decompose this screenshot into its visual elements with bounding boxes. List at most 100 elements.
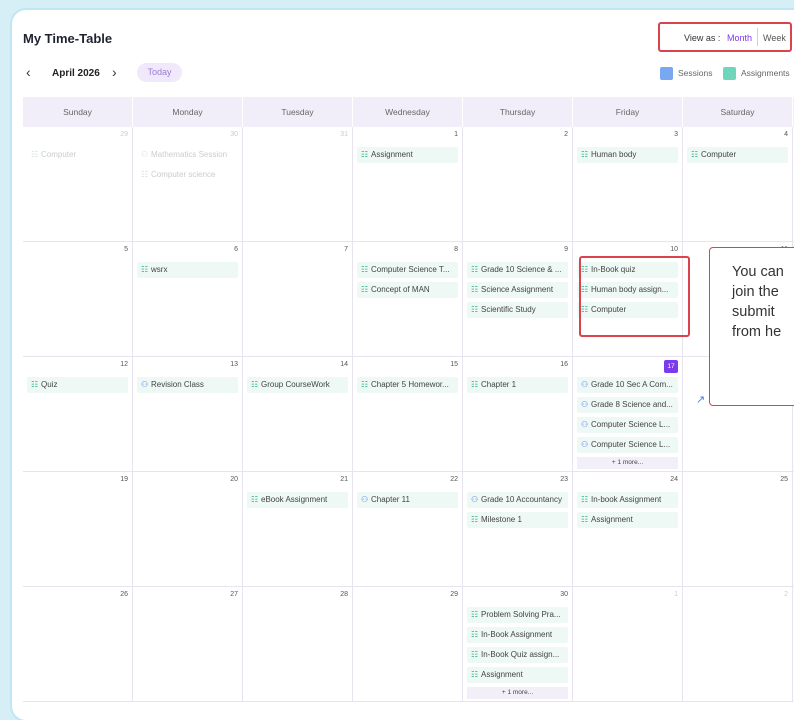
event-title: Grade 8 Science and... [591,400,673,409]
session-icon: ⚇ [581,440,589,449]
assignment-event[interactable]: ☷ Chapter 5 Homewor... [357,377,458,393]
session-event[interactable]: ⚇ Computer Science L... [577,437,678,453]
day-cell[interactable]: 8 ☷ Computer Science T... ☷ Concept of MAN [353,242,463,357]
assignment-event[interactable]: ☷ Assignment [467,667,568,683]
day-number: 22 [450,476,458,483]
session-event[interactable]: ⚇ Chapter 11 [357,492,458,508]
assignment-event[interactable]: ☷ Assignment [577,512,678,528]
assignment-event[interactable]: ☷ Computer Science T... [357,262,458,278]
highlight-box [579,256,690,337]
day-cell[interactable]: 29 ☷ Computer [23,127,133,242]
day-cell[interactable]: 13 ⚇ Revision Class [133,357,243,472]
event-title: eBook Assignment [261,495,328,504]
assignment-event[interactable]: ☷ Computer science [137,167,238,183]
day-cell[interactable]: 19 [23,472,133,587]
day-cell[interactable]: 30 ☷ Problem Solving Pra... ☷ In-Book Assign… [463,587,573,702]
day-cell[interactable]: 15 ☷ Chapter 5 Homewor... [353,357,463,472]
event-title: In-book Assignment [591,495,662,504]
view-month-button[interactable]: Month [727,33,752,43]
day-cell[interactable]: 31 [243,127,353,242]
day-cell[interactable]: 21 ☷ eBook Assignment [243,472,353,587]
day-number: 30 [560,591,568,598]
month-calendar: Sunday Monday Tuesday Wednesday Thursday… [23,97,794,702]
day-number: 8 [454,246,458,253]
day-cell[interactable]: 3 ☷ Human body [573,127,683,242]
day-cell[interactable]: 12 ☷ Quiz [23,357,133,472]
day-cell[interactable]: 1 [573,587,683,702]
view-week-button[interactable]: Week [763,33,786,43]
day-cell[interactable]: 6 ☷ wsrx [133,242,243,357]
assignment-event[interactable]: ☷ wsrx [137,262,238,278]
event-title: In-Book Assignment [481,630,553,639]
chevron-left-icon[interactable]: ‹ [26,64,31,80]
session-event[interactable]: ⚇ Grade 8 Science and... [577,397,678,413]
weekday-friday: Friday [573,97,683,127]
assignment-event[interactable]: ☷ Concept of MAN [357,282,458,298]
assignment-event[interactable]: ☷ Chapter 1 [467,377,568,393]
assignment-event[interactable]: ☷ Milestone 1 [467,512,568,528]
day-cell[interactable]: 2 [683,587,793,702]
assignment-event[interactable]: ☷ eBook Assignment [247,492,348,508]
event-title: Concept of MAN [371,285,430,294]
week-row: 12 ☷ Quiz 13 ⚇ Revision Class 14 ☷ Group CourseW… [23,357,794,472]
assignment-event[interactable]: ☷ Quiz [27,377,128,393]
assignment-icon: ☷ [471,265,479,274]
day-cell[interactable]: 4 ☷ Computer [683,127,793,242]
day-cell[interactable]: 27 [133,587,243,702]
day-cell[interactable]: 17 ⚇ Grade 10 Sec A Com... ⚇ Grade 8 Science… [573,357,683,472]
assignment-event[interactable]: ☷ Scientific Study [467,302,568,318]
assignment-icon: ☷ [471,515,479,524]
assignment-event[interactable]: ☷ Computer [27,147,128,163]
event-title: Milestone 1 [481,515,522,524]
assignment-event[interactable]: ☷ Problem Solving Pra... [467,607,568,623]
assignment-event[interactable]: ☷ Assignment [357,147,458,163]
day-number: 1 [454,131,458,138]
event-title: Computer [701,150,737,159]
event-title: Chapter 11 [371,495,410,504]
session-event[interactable]: ⚇ Mathematics Session [137,147,238,163]
day-cell[interactable]: 16 ☷ Chapter 1 [463,357,573,472]
session-event[interactable]: ⚇ Revision Class [137,377,238,393]
day-cell[interactable]: 26 [23,587,133,702]
day-cell[interactable]: 9 ☷ Grade 10 Science & ... ☷ Science Assignm… [463,242,573,357]
assignment-event[interactable]: ☷ Human body [577,147,678,163]
assignment-event[interactable]: ☷ Computer [687,147,788,163]
legend-assignments: Assignments [723,67,790,80]
chevron-right-icon[interactable]: › [112,64,117,80]
day-cell[interactable]: 14 ☷ Group CourseWork [243,357,353,472]
more-events-link[interactable]: + 1 more... [577,457,678,469]
more-events-link[interactable]: + 1 more... [467,687,568,699]
day-cell[interactable]: 23 ⚇ Grade 10 Accountancy ☷ Milestone 1 [463,472,573,587]
assignment-event[interactable]: ☷ In-Book Quiz assign... [467,647,568,663]
session-icon: ⚇ [141,380,149,389]
assignment-event[interactable]: ☷ Science Assignment [467,282,568,298]
day-cell[interactable]: 22 ⚇ Chapter 11 [353,472,463,587]
event-title: Science Assignment [481,285,554,294]
assignment-event[interactable]: ☷ Group CourseWork [247,377,348,393]
session-event[interactable]: ⚇ Grade 10 Accountancy [467,492,568,508]
day-cell[interactable]: 7 [243,242,353,357]
session-event[interactable]: ⚇ Computer Science L... [577,417,678,433]
external-link-icon[interactable]: ↗ [696,393,705,406]
day-cell[interactable]: 30 ⚇ Mathematics Session ☷ Computer science [133,127,243,242]
day-number: 5 [124,246,128,253]
day-number: 26 [120,591,128,598]
day-cell[interactable]: 1 ☷ Assignment [353,127,463,242]
assignment-icon: ☷ [581,515,589,524]
session-event[interactable]: ⚇ Grade 10 Sec A Com... [577,377,678,393]
assignment-event[interactable]: ☷ In-book Assignment [577,492,678,508]
day-cell[interactable]: 28 [243,587,353,702]
current-month-label: April 2026 [52,68,100,79]
day-cell[interactable]: 29 [353,587,463,702]
day-cell[interactable]: 24 ☷ In-book Assignment ☷ Assignment [573,472,683,587]
day-number: 25 [780,476,788,483]
tooltip-line: You can [732,264,784,280]
onboarding-tooltip: You can join the submit from he [709,247,794,406]
day-cell[interactable]: 2 [463,127,573,242]
day-cell[interactable]: 25 [683,472,793,587]
day-cell[interactable]: 5 [23,242,133,357]
assignment-event[interactable]: ☷ In-Book Assignment [467,627,568,643]
day-cell[interactable]: 20 [133,472,243,587]
today-button[interactable]: Today [137,63,182,82]
assignment-event[interactable]: ☷ Grade 10 Science & ... [467,262,568,278]
